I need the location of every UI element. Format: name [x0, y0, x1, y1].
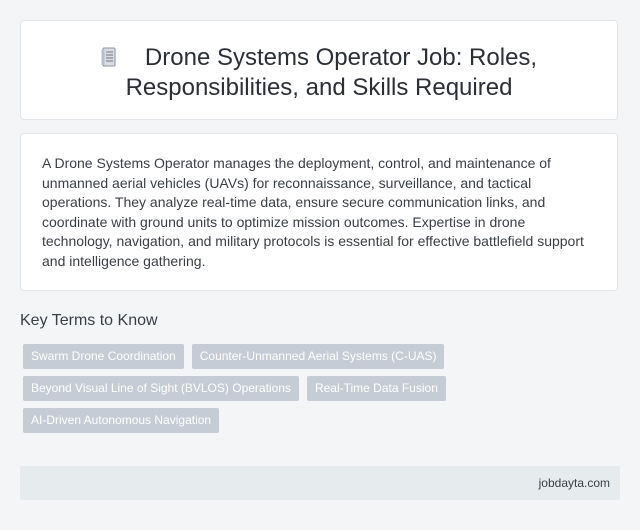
page: Drone Systems Operator Job: Roles, Respo… — [0, 0, 640, 530]
summary-card: A Drone Systems Operator manages the dep… — [20, 133, 618, 291]
title-line-2: Responsibilities, and Skills Required — [125, 74, 513, 101]
title-line-1: Drone Systems Operator Job: Roles, — [144, 44, 538, 71]
key-terms-heading: Key Terms to Know — [20, 312, 158, 329]
tag-swarm-drone-coordination[interactable]: Swarm Drone Coordination — [23, 344, 184, 369]
tag-bvlos-operations[interactable]: Beyond Visual Line of Sight (BVLOS) Oper… — [23, 376, 299, 401]
document-icon — [101, 45, 117, 67]
footer-source[interactable]: jobdayta.com — [539, 476, 610, 490]
tag-ai-autonomous-navigation[interactable]: AI-Driven Autonomous Navigation — [23, 408, 220, 433]
page-title: Drone Systems Operator Job: Roles, Respo… — [21, 43, 617, 103]
key-terms-tags: Swarm Drone Coordination Counter-Unmanne… — [23, 344, 446, 440]
header-card: Drone Systems Operator Job: Roles, Respo… — [20, 20, 618, 120]
tag-real-time-data-fusion[interactable]: Real-Time Data Fusion — [306, 376, 446, 401]
summary-text: A Drone Systems Operator manages the dep… — [42, 155, 584, 269]
footer: jobdayta.com — [20, 466, 620, 500]
tag-counter-uas[interactable]: Counter-Unmanned Aerial Systems (C-UAS) — [191, 344, 445, 369]
